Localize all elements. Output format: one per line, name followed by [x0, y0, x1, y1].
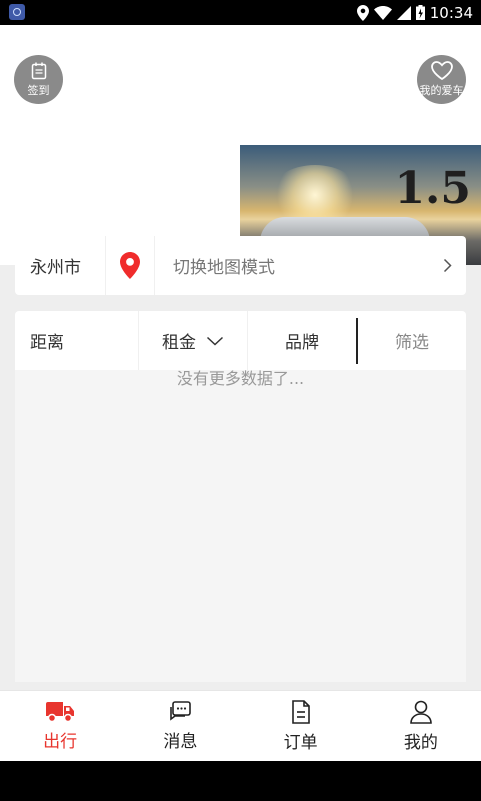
signal-icon — [396, 5, 411, 20]
bottom-tab-bar: 出行 消息 订单 我的 — [0, 690, 481, 761]
truck-icon — [46, 701, 75, 722]
message-icon — [170, 700, 192, 721]
filter-rent[interactable]: 租金 — [139, 311, 248, 370]
signin-label: 签到 — [27, 83, 50, 97]
tab-mine-label: 我的 — [403, 732, 438, 753]
filter-bar: 距离 租金 品牌 筛选 — [15, 311, 466, 370]
banner-text: 1.5 — [394, 163, 471, 214]
tab-messages-label: 消息 — [163, 731, 198, 752]
map-pin-icon — [120, 252, 140, 279]
status-time: 10:34 — [429, 3, 473, 22]
system-navigation-bar — [0, 761, 481, 801]
tab-mine[interactable]: 我的 — [361, 691, 481, 761]
tab-travel[interactable]: 出行 — [0, 691, 120, 761]
status-bar: 10:34 — [0, 0, 481, 25]
heart-icon — [430, 61, 453, 80]
wifi-icon — [373, 5, 392, 20]
app-notification-icon — [9, 4, 25, 20]
empty-list-text: 没有更多数据了... — [176, 369, 305, 388]
banner-sun-glow — [270, 165, 360, 225]
location-status-icon — [356, 4, 369, 21]
favorite-label: 我的爱车 — [419, 84, 464, 97]
location-pin[interactable] — [105, 236, 155, 295]
chevron-right-icon[interactable] — [428, 258, 466, 273]
car-list[interactable]: 没有更多数据了... — [15, 369, 466, 682]
tab-travel-label: 出行 — [43, 731, 78, 752]
document-icon — [291, 699, 310, 724]
tab-orders[interactable]: 订单 — [241, 691, 361, 761]
filter-more-label: 筛选 — [395, 333, 429, 353]
user-icon — [410, 700, 432, 724]
signin-button[interactable]: 签到 — [14, 55, 63, 104]
filter-distance-label: 距离 — [30, 333, 64, 353]
filter-brand[interactable]: 品牌 — [248, 311, 356, 370]
city-selector[interactable]: 永州市 — [15, 253, 105, 278]
location-bar: 永州市 切换地图模式 — [15, 236, 466, 295]
filter-more[interactable]: 筛选 — [358, 311, 466, 370]
filter-distance[interactable]: 距离 — [15, 311, 139, 370]
tab-orders-label: 订单 — [283, 732, 318, 753]
tab-messages[interactable]: 消息 — [120, 691, 240, 761]
battery-icon — [415, 5, 425, 20]
status-right: 10:34 — [356, 3, 473, 22]
filter-rent-label: 租金 — [162, 333, 196, 353]
favorite-car-button[interactable]: 我的爱车 — [417, 55, 466, 104]
calendar-icon — [31, 62, 46, 79]
filter-brand-label: 品牌 — [285, 333, 319, 353]
switch-map-mode[interactable]: 切换地图模式 — [155, 253, 428, 278]
chevron-down-icon — [206, 336, 224, 346]
